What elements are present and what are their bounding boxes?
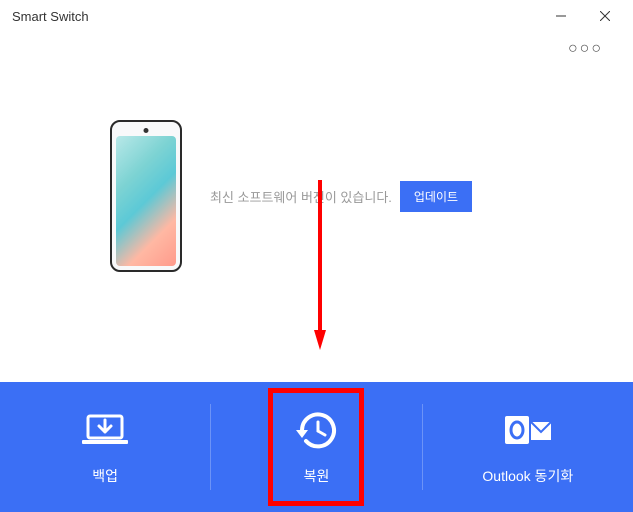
outlook-icon bbox=[500, 408, 556, 452]
backup-label: 백업 bbox=[92, 466, 118, 486]
outlook-sync-button[interactable]: Outlook 동기화 bbox=[423, 382, 633, 512]
action-bar: 백업 복원 Outlook 동기화 bbox=[0, 382, 633, 512]
titlebar: Smart Switch bbox=[0, 0, 633, 32]
status-row: 최신 소프트웨어 버전이 있습니다. 업데이트 bbox=[206, 181, 472, 212]
menu-row: ○○○ bbox=[0, 32, 633, 60]
window-controls bbox=[541, 2, 625, 30]
restore-button[interactable]: 복원 bbox=[211, 382, 421, 512]
outlook-sync-label: Outlook 동기화 bbox=[482, 466, 573, 486]
backup-button[interactable]: 백업 bbox=[0, 382, 210, 512]
app-title: Smart Switch bbox=[12, 9, 89, 24]
phone-wallpaper bbox=[116, 136, 176, 266]
main-content: 최신 소프트웨어 버전이 있습니다. 업데이트 bbox=[0, 60, 633, 312]
update-button[interactable]: 업데이트 bbox=[400, 181, 472, 212]
restore-label: 복원 bbox=[304, 466, 330, 486]
close-button[interactable] bbox=[585, 2, 625, 30]
restore-history-icon bbox=[288, 408, 344, 452]
more-options-button[interactable]: ○○○ bbox=[562, 38, 609, 60]
minimize-button[interactable] bbox=[541, 2, 581, 30]
backup-laptop-icon bbox=[77, 408, 133, 452]
phone-camera-icon bbox=[144, 128, 149, 133]
software-status-text: 최신 소프트웨어 버전이 있습니다. bbox=[210, 187, 392, 206]
device-preview bbox=[110, 120, 182, 272]
